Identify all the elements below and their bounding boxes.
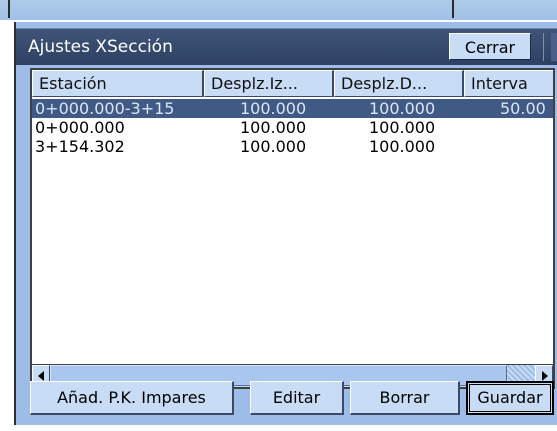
cell-station: 0+000.000-3+15 [35, 99, 175, 118]
cell-left-offset: 100.000 [240, 137, 307, 156]
column-header-interval[interactable]: Interva [464, 70, 553, 97]
table-row[interactable]: 0+000.000 100.000 100.000 [32, 118, 553, 137]
strip-marker [8, 0, 10, 18]
cell-station: 0+000.000 [35, 118, 125, 137]
delete-button[interactable]: Borrar [350, 381, 460, 415]
scroll-right-arrow-icon [542, 371, 548, 381]
close-button[interactable]: Cerrar [449, 33, 531, 60]
cell-interval: 50.00 [500, 99, 546, 118]
scroll-left-arrow-icon [38, 371, 44, 381]
edit-button[interactable]: Editar [250, 381, 344, 415]
strip-marker [452, 0, 454, 18]
cell-left-offset: 100.000 [240, 99, 307, 118]
screen: Ajustes XSección Cerrar Estación Desplz.… [0, 0, 557, 431]
titlebar-edge [551, 33, 557, 61]
station-list[interactable]: Estación Desplz.Iz... Desplz.D... Interv… [30, 68, 555, 389]
button-bar: Añad. P.K. Impares Editar Borrar Guardar [30, 381, 555, 417]
dialog-titlebar: Ajustes XSección Cerrar [16, 28, 557, 65]
cell-left-offset: 100.000 [240, 118, 307, 137]
column-header-left-offset[interactable]: Desplz.Iz... [204, 70, 334, 97]
save-button[interactable]: Guardar [466, 381, 554, 415]
table-row[interactable]: 3+154.302 100.000 100.000 [32, 137, 553, 156]
add-odd-stations-button[interactable]: Añad. P.K. Impares [30, 381, 234, 415]
column-header-right-offset[interactable]: Desplz.D... [334, 70, 464, 97]
table-row[interactable]: 0+000.000-3+15 100.000 100.000 50.00 [32, 99, 553, 118]
dialog-left-edge [14, 22, 16, 425]
column-header-station[interactable]: Estación [32, 70, 204, 97]
cell-station: 3+154.302 [35, 137, 125, 156]
cell-right-offset: 100.000 [369, 99, 436, 118]
cell-right-offset: 100.000 [369, 137, 436, 156]
list-header: Estación Desplz.Iz... Desplz.D... Interv… [32, 70, 553, 97]
dialog-title: Ajustes XSección [28, 37, 173, 57]
xsection-settings-dialog: Ajustes XSección Cerrar Estación Desplz.… [14, 22, 557, 425]
top-strip [0, 0, 557, 20]
titlebar-separator [543, 33, 544, 61]
cell-right-offset: 100.000 [369, 118, 436, 137]
